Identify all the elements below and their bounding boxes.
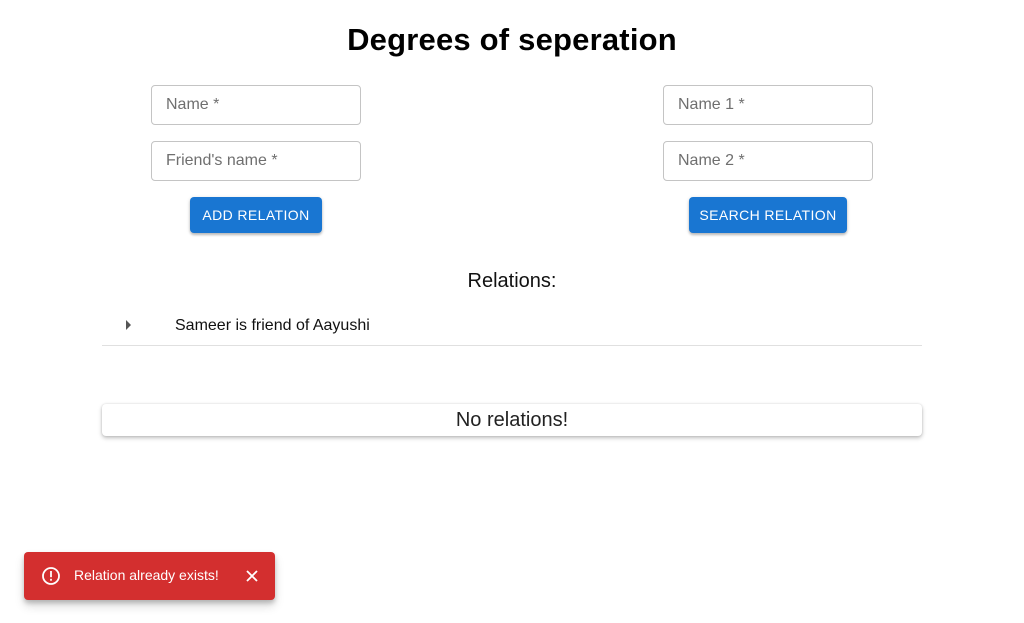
list-item[interactable]: Sameer is friend of Aayushi: [102, 310, 922, 346]
add-relation-button[interactable]: Add relation: [190, 197, 322, 233]
name-field[interactable]: [151, 85, 361, 125]
close-icon[interactable]: [242, 566, 262, 586]
error-toast: Relation already exists!: [24, 552, 275, 600]
relation-text: Sameer is friend of Aayushi: [175, 317, 370, 334]
page-title: Degrees of seperation: [347, 22, 677, 57]
name2-input[interactable]: [664, 142, 872, 180]
friend-name-input[interactable]: [152, 142, 360, 180]
name1-input[interactable]: [664, 86, 872, 124]
name2-field[interactable]: [663, 141, 873, 181]
search-relation-button[interactable]: Search relation: [689, 197, 847, 233]
caret-right-icon[interactable]: [126, 320, 131, 330]
toast-message: Relation already exists!: [74, 567, 219, 583]
friend-name-field[interactable]: [151, 141, 361, 181]
name1-field[interactable]: [663, 85, 873, 125]
search-result-card: No relations!: [102, 404, 922, 436]
relations-heading: Relations:: [467, 270, 557, 292]
page: Degrees of seperation Add relation Searc…: [0, 0, 1024, 623]
name-input[interactable]: [152, 86, 360, 124]
error-outline-icon: [41, 566, 61, 586]
